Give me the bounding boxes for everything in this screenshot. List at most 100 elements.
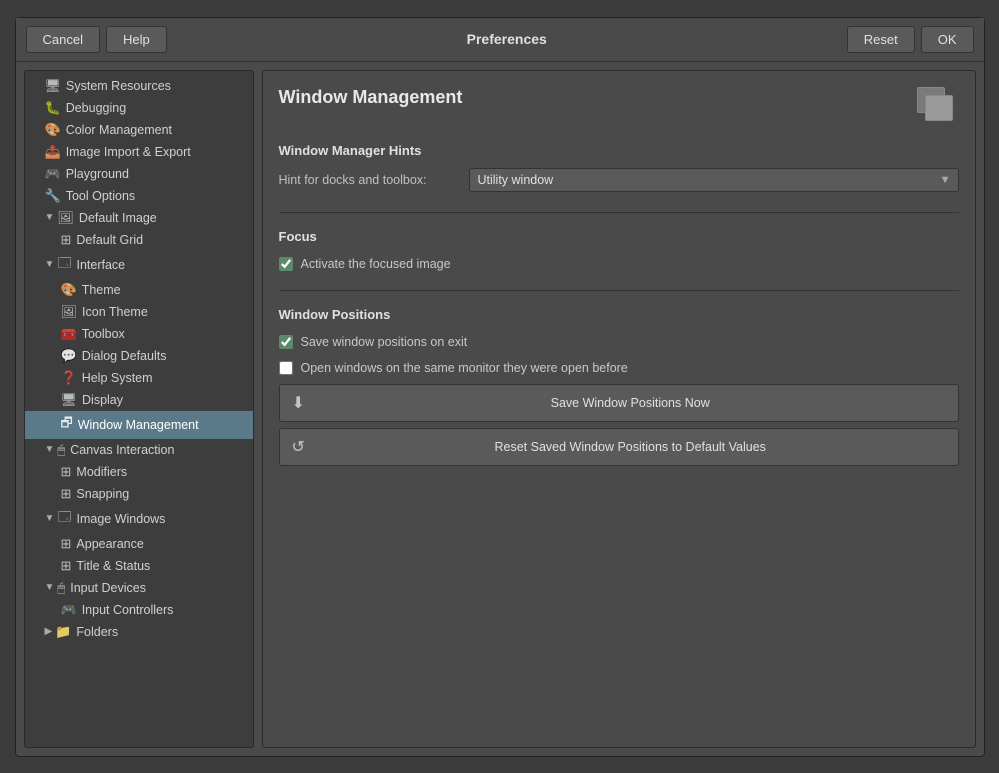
right-buttons: Reset OK	[847, 26, 974, 53]
sidebar-item-label: Theme	[82, 283, 121, 297]
system-resources-icon: 🖥	[45, 78, 62, 94]
left-buttons: Cancel Help	[26, 26, 167, 53]
window-positions-section: Window Positions Save window positions o…	[279, 307, 959, 466]
image-import-export-icon: 📤	[45, 144, 61, 160]
hint-form-row: Hint for docks and toolbox: Utility wind…	[279, 168, 959, 192]
icon-stack	[917, 87, 959, 129]
input-devices-icon: 🖱	[57, 580, 65, 596]
dialog-defaults-icon: 💬	[61, 348, 77, 364]
divider-2	[279, 290, 959, 291]
reset-button[interactable]: Reset	[847, 26, 915, 53]
positions-label: Window Positions	[279, 307, 959, 322]
window-management-icon: 🗗	[61, 414, 73, 436]
activate-focused-checkbox[interactable]	[279, 257, 293, 271]
sidebar-item-label: Canvas Interaction	[70, 443, 174, 457]
sidebar-item-icon-theme[interactable]: 🖼 Icon Theme	[25, 301, 253, 323]
sidebar-item-label: Input Controllers	[82, 603, 174, 617]
save-positions-label: Save window positions on exit	[301, 335, 468, 349]
focus-section: Focus Activate the focused image	[279, 229, 959, 274]
focus-label: Focus	[279, 229, 959, 244]
divider	[279, 212, 959, 213]
reset-window-positions-button[interactable]: ↺ Reset Saved Window Positions to Defaul…	[279, 428, 959, 466]
image-windows-icon: 🗔	[57, 508, 71, 530]
arrow-icon: ▼	[45, 582, 55, 593]
sidebar-item-label: Folders	[76, 625, 118, 639]
sidebar-item-input-controllers[interactable]: 🎮 Input Controllers	[25, 599, 253, 621]
sidebar-item-system-resources[interactable]: 🖥 System Resources	[25, 75, 253, 97]
sidebar-item-color-management[interactable]: 🎨 Color Management	[25, 119, 253, 141]
open-same-monitor-row: Open windows on the same monitor they we…	[279, 358, 959, 378]
dialog-body: 🖥 System Resources 🐛 Debugging 🎨 Color M…	[16, 62, 984, 756]
sidebar-item-label: Default Image	[79, 211, 157, 225]
debugging-icon: 🐛	[45, 100, 61, 116]
open-same-monitor-checkbox[interactable]	[279, 361, 293, 375]
sidebar-item-debugging[interactable]: 🐛 Debugging	[25, 97, 253, 119]
sidebar-item-label: Snapping	[76, 487, 129, 501]
sidebar-item-label: Default Grid	[76, 233, 143, 247]
arrow-icon: ▼	[45, 212, 55, 223]
arrow-icon: ▼	[45, 513, 55, 524]
tool-options-icon: 🔧	[45, 188, 61, 204]
help-system-icon: ❓	[61, 370, 77, 386]
dialog-header: Cancel Help Preferences Reset OK	[16, 18, 984, 62]
sidebar-item-label: Window Management	[78, 418, 199, 432]
sidebar-item-default-image[interactable]: ▼ 🖼 Default Image	[25, 207, 253, 229]
sidebar-item-title-status[interactable]: ⊞ Title & Status	[25, 555, 253, 577]
sidebar-item-label: Tool Options	[66, 189, 135, 203]
sidebar-item-label: Playground	[66, 167, 129, 181]
save-positions-checkbox[interactable]	[279, 335, 293, 349]
sidebar-item-appearance[interactable]: ⊞ Appearance	[25, 533, 253, 555]
sidebar-item-snapping[interactable]: ⊞ Snapping	[25, 483, 253, 505]
window-management-icon-display	[917, 87, 959, 129]
sidebar-item-label: System Resources	[66, 79, 171, 93]
theme-icon: 🎨	[61, 282, 77, 298]
sidebar-item-window-management[interactable]: 🗗 Window Management	[25, 411, 253, 439]
sidebar-item-playground[interactable]: 🎮 Playground	[25, 163, 253, 185]
default-grid-icon: ⊞	[61, 232, 72, 248]
sidebar-item-dialog-defaults[interactable]: 💬 Dialog Defaults	[25, 345, 253, 367]
hint-field-label: Hint for docks and toolbox:	[279, 173, 459, 187]
sidebar-item-label: Image Windows	[77, 512, 166, 526]
save-window-positions-button[interactable]: ⬇ Save Window Positions Now	[279, 384, 959, 422]
appearance-icon: ⊞	[61, 536, 72, 552]
modifiers-icon: ⊞	[61, 464, 72, 480]
cancel-button[interactable]: Cancel	[26, 26, 100, 53]
hint-select-wrapper: Utility window Normal window Dock window…	[469, 168, 959, 192]
save-positions-row: Save window positions on exit	[279, 332, 959, 352]
sidebar-item-image-windows[interactable]: ▼ 🗔 Image Windows	[25, 505, 253, 533]
sidebar-item-modifiers[interactable]: ⊞ Modifiers	[25, 461, 253, 483]
arrow-icon: ▼	[45, 259, 55, 270]
sidebar-item-interface[interactable]: ▼ 🗔 Interface	[25, 251, 253, 279]
snapping-icon: ⊞	[61, 486, 72, 502]
color-management-icon: 🎨	[45, 122, 61, 138]
sidebar-item-image-import-export[interactable]: 📤 Image Import & Export	[25, 141, 253, 163]
help-button[interactable]: Help	[106, 26, 167, 53]
sidebar-item-label: Appearance	[76, 537, 143, 551]
sidebar-item-label: Modifiers	[76, 465, 127, 479]
sidebar-item-canvas-interaction[interactable]: ▼ 🖱 Canvas Interaction	[25, 439, 253, 461]
sidebar-item-label: Title & Status	[76, 559, 150, 573]
hints-label: Window Manager Hints	[279, 143, 959, 158]
sidebar-item-theme[interactable]: 🎨 Theme	[25, 279, 253, 301]
window-manager-hints-section: Window Manager Hints Hint for docks and …	[279, 143, 959, 196]
sidebar-item-tool-options[interactable]: 🔧 Tool Options	[25, 185, 253, 207]
sidebar-item-default-grid[interactable]: ⊞ Default Grid	[25, 229, 253, 251]
save-icon: ⬇	[292, 393, 305, 413]
arrow-icon: ▼	[45, 444, 55, 455]
sidebar-item-label: Input Devices	[70, 581, 146, 595]
toolbox-icon: 🧰	[61, 326, 77, 342]
title-status-icon: ⊞	[61, 558, 72, 574]
icon-theme-icon: 🖼	[61, 304, 78, 320]
sidebar-item-toolbox[interactable]: 🧰 Toolbox	[25, 323, 253, 345]
sidebar-item-input-devices[interactable]: ▼ 🖱 Input Devices	[25, 577, 253, 599]
sidebar-item-folders[interactable]: ▶ 📁 Folders	[25, 621, 253, 643]
sidebar-item-label: Icon Theme	[82, 305, 148, 319]
sidebar-item-help-system[interactable]: ❓ Help System	[25, 367, 253, 389]
hint-select[interactable]: Utility window Normal window Dock window	[469, 168, 959, 192]
arrow-icon: ▶	[45, 626, 53, 637]
ok-button[interactable]: OK	[921, 26, 974, 53]
main-content: Window Management Window Manager Hints H…	[262, 70, 976, 748]
activate-focused-label: Activate the focused image	[301, 257, 451, 271]
reset-label: Reset Saved Window Positions to Default …	[315, 440, 946, 454]
sidebar-item-display[interactable]: 🖥 Display	[25, 389, 253, 411]
